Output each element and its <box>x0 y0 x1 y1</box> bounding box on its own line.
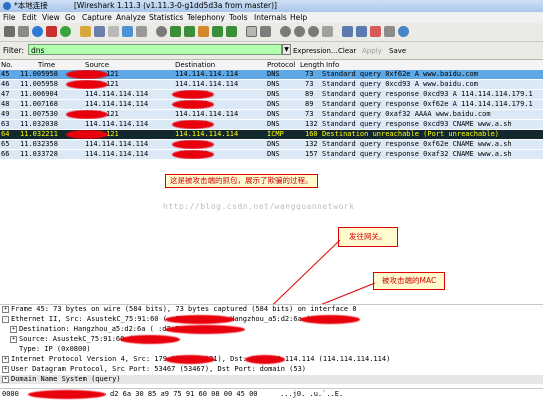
expand-icon[interactable]: + <box>10 326 17 333</box>
detail-row[interactable]: + Destination: Hangzhou_a5:d2:6a ( :d2:6a… <box>0 325 543 334</box>
detail-text: Destination: Hangzhou_a5:d2:6a ( :d2:6a) <box>19 325 188 333</box>
hex-bytes: d2 6a 30 85 a9 75 91 60 08 00 45 00 <box>110 390 258 398</box>
detail-row[interactable]: + Frame 45: 73 bytes on wire (584 bits), … <box>0 305 543 314</box>
expand-icon[interactable]: + <box>2 356 9 363</box>
expand-icon[interactable]: + <box>2 376 9 383</box>
detail-text: Domain Name System (query) <box>11 375 121 383</box>
redaction-mark <box>28 390 106 399</box>
detail-row[interactable]: -Ethernet II, Src: AsustekC_75:91:60 ( :… <box>0 315 543 324</box>
redaction-mark <box>300 315 360 324</box>
expand-icon[interactable]: + <box>2 366 9 373</box>
expand-icon[interactable]: + <box>10 336 17 343</box>
hex-offset: 0000 <box>2 390 19 398</box>
packet-details: + Frame 45: 73 bytes on wire (584 bits), … <box>0 304 543 389</box>
detail-row[interactable]: + User Datagram Protocol, Src Port: 53467… <box>0 365 543 374</box>
redaction-mark <box>165 315 235 324</box>
collapse-icon[interactable]: - <box>2 316 9 323</box>
expand-icon[interactable]: + <box>2 306 9 313</box>
packet-bytes: 0000 d2 6a 30 85 a9 75 91 60 08 00 45 00… <box>0 388 543 401</box>
redaction-mark <box>120 335 180 344</box>
detail-row[interactable]: + Source: AsustekC_75:91:60 ( 91:60) <box>0 335 543 344</box>
redaction-mark <box>165 325 245 334</box>
detail-row[interactable]: + Domain Name System (query) <box>0 375 543 384</box>
detail-text: Frame 45: 73 bytes on wire (584 bits), 7… <box>11 305 357 313</box>
detail-row[interactable]: Type: IP (0x0800) <box>0 345 543 354</box>
hex-ascii: ...j0. .u.`..E. <box>280 390 344 398</box>
detail-text: Type: IP (0x0800) <box>19 345 91 353</box>
detail-text: User Datagram Protocol, Src Port: 53467 … <box>11 365 307 373</box>
redaction-mark <box>165 355 215 364</box>
redaction-mark <box>245 355 285 364</box>
